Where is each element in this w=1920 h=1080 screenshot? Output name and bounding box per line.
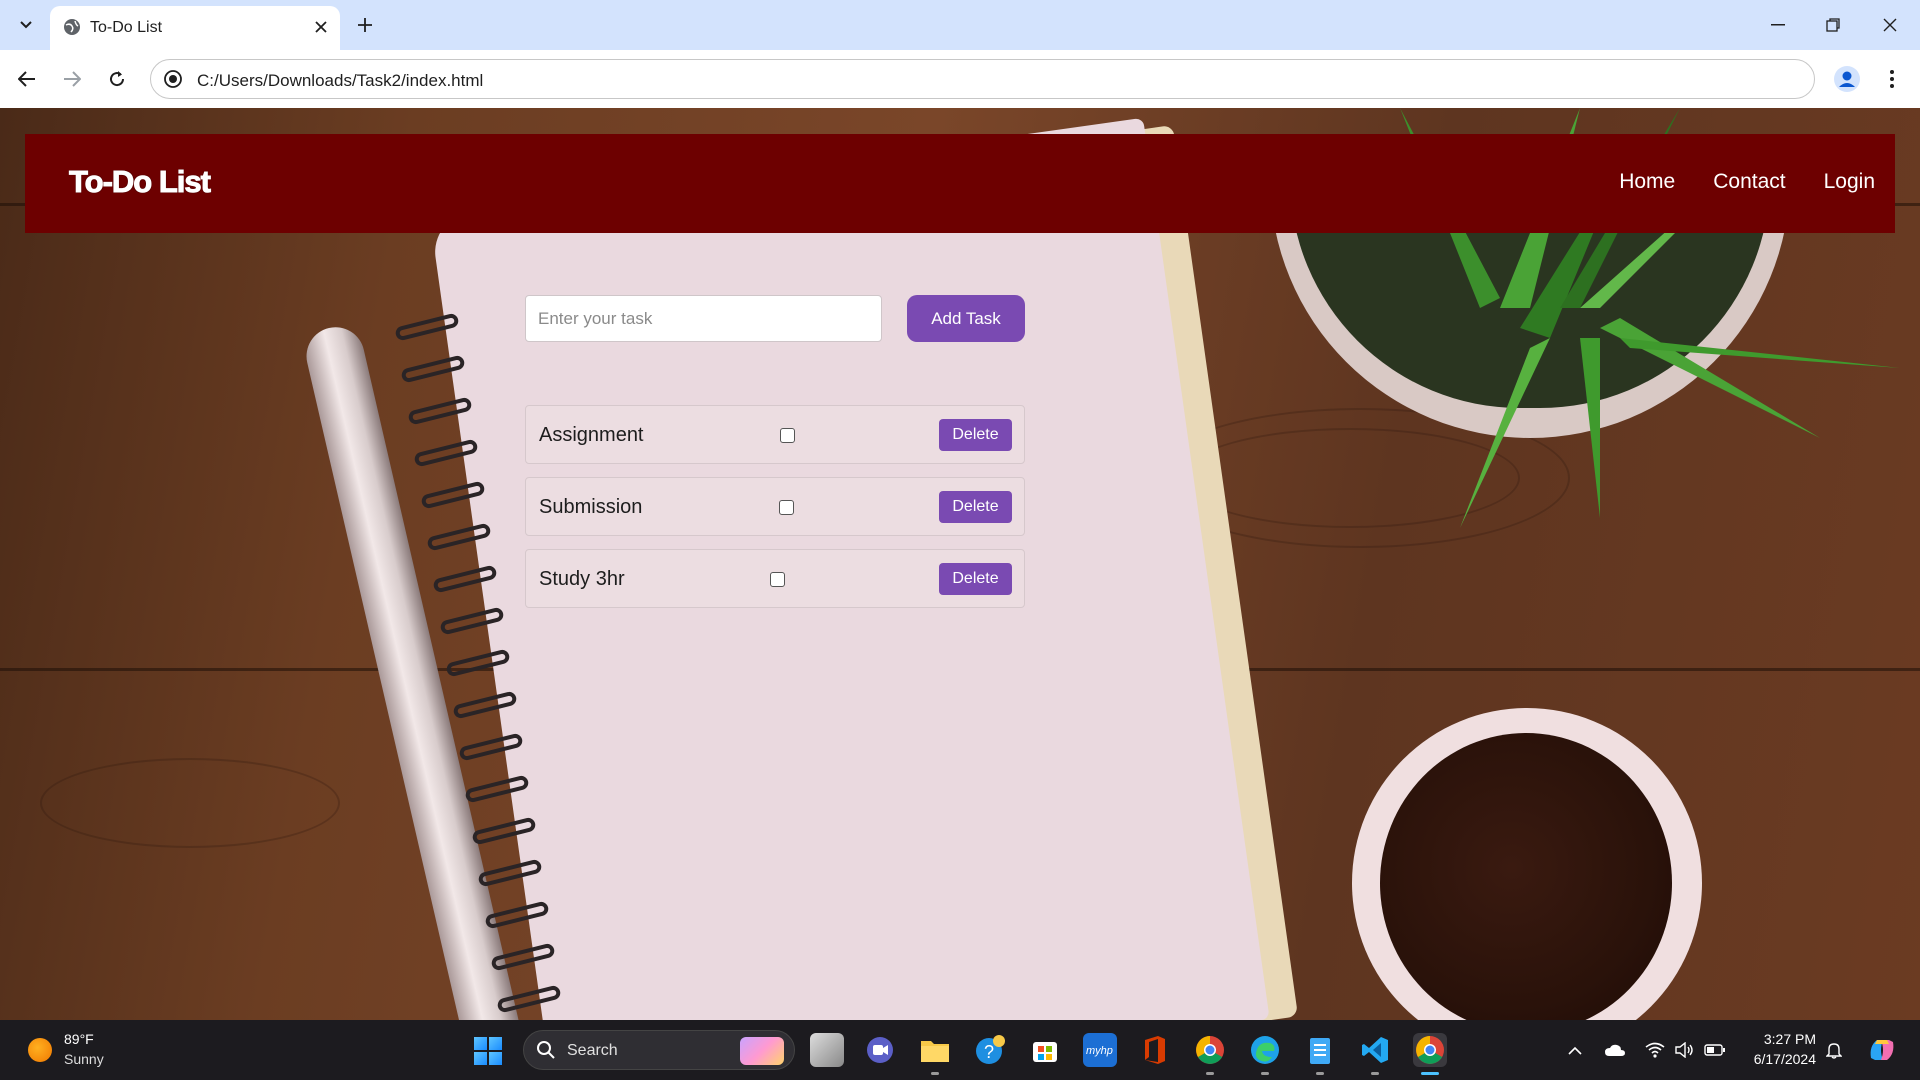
- reload-icon[interactable]: [102, 64, 132, 94]
- forward-arrow-icon[interactable]: [57, 64, 87, 94]
- onedrive-icon[interactable]: [1603, 1038, 1627, 1062]
- start-icon[interactable]: [474, 1037, 502, 1065]
- task-item: Study 3hr Delete: [525, 549, 1025, 608]
- plus-icon[interactable]: [352, 12, 378, 38]
- address-bar[interactable]: C:/Users/Downloads/Task2/index.html: [150, 59, 1815, 99]
- svg-text:?: ?: [984, 1042, 994, 1062]
- bell-icon[interactable]: [1822, 1038, 1846, 1062]
- volume-icon[interactable]: [1673, 1038, 1697, 1062]
- chrome-icon[interactable]: [1193, 1033, 1227, 1075]
- site-navbar: To-Do List Home Contact Login: [25, 134, 1895, 233]
- profile-icon[interactable]: [1832, 64, 1862, 94]
- clock-date[interactable]: 6/17/2024: [1736, 1051, 1816, 1067]
- chrome-active-icon[interactable]: [1413, 1033, 1447, 1075]
- coffee: [1380, 733, 1672, 1020]
- delete-button[interactable]: Delete: [939, 563, 1012, 595]
- back-arrow-icon[interactable]: [12, 64, 42, 94]
- battery-icon[interactable]: [1703, 1038, 1727, 1062]
- task-checkbox[interactable]: [779, 500, 794, 515]
- edge-icon[interactable]: [1248, 1033, 1282, 1075]
- minimize-icon[interactable]: [1760, 10, 1796, 40]
- site-brand[interactable]: To-Do List: [69, 164, 212, 200]
- teams-icon[interactable]: [863, 1033, 897, 1067]
- search-highlight-icon: [740, 1037, 784, 1065]
- tab-search-icon[interactable]: [10, 10, 42, 40]
- weather-temperature[interactable]: 89°F: [64, 1031, 94, 1047]
- wifi-icon[interactable]: [1643, 1038, 1667, 1062]
- file-explorer-icon[interactable]: [918, 1033, 952, 1075]
- task-text: Study 3hr: [539, 568, 625, 590]
- nav-link-home[interactable]: Home: [1619, 170, 1675, 194]
- site-info-icon[interactable]: [163, 69, 183, 89]
- task-list: Assignment Delete Submission Delete Stud…: [525, 405, 1025, 621]
- task-text: Assignment: [539, 424, 644, 446]
- weather-sun-icon[interactable]: [28, 1038, 52, 1062]
- browser-tab[interactable]: To-Do List: [50, 6, 340, 50]
- delete-button[interactable]: Delete: [939, 419, 1012, 451]
- help-icon[interactable]: ?: [973, 1033, 1007, 1067]
- kebab-menu-icon[interactable]: [1880, 64, 1904, 94]
- store-icon[interactable]: [1028, 1033, 1062, 1067]
- weather-description[interactable]: Sunny: [64, 1051, 104, 1067]
- myhp-icon[interactable]: myhp: [1083, 1033, 1117, 1067]
- search-icon: [537, 1041, 555, 1059]
- globe-icon: [64, 19, 80, 35]
- restore-icon[interactable]: [1815, 10, 1851, 40]
- windows-taskbar: 89°F Sunny Search ? myhp 3:27 PM 6/17/20…: [0, 1020, 1920, 1080]
- task-checkbox[interactable]: [770, 572, 785, 587]
- task-checkbox[interactable]: [780, 428, 795, 443]
- task-item: Submission Delete: [525, 477, 1025, 536]
- nav-links: Home Contact Login: [1619, 170, 1875, 194]
- office-icon[interactable]: [1138, 1033, 1172, 1067]
- nav-link-login[interactable]: Login: [1824, 170, 1875, 194]
- wood-knot: [40, 758, 340, 848]
- tab-title: To-Do List: [90, 19, 163, 36]
- window-close-icon[interactable]: [1872, 10, 1908, 40]
- url-text[interactable]: C:/Users/Downloads/Task2/index.html: [197, 71, 483, 91]
- taskbar-search[interactable]: Search: [523, 1030, 795, 1070]
- search-label: Search: [567, 1042, 618, 1059]
- notepad-icon[interactable]: [1303, 1033, 1337, 1075]
- page-viewport: To-Do List Home Contact Login Add Task A…: [0, 108, 1920, 1020]
- delete-button[interactable]: Delete: [939, 491, 1012, 523]
- vscode-icon[interactable]: [1358, 1033, 1392, 1075]
- task-view-icon[interactable]: [810, 1033, 844, 1067]
- task-item: Assignment Delete: [525, 405, 1025, 464]
- chevron-up-icon[interactable]: [1563, 1038, 1587, 1062]
- close-icon[interactable]: [310, 16, 332, 38]
- task-text: Submission: [539, 496, 643, 518]
- browser-tabstrip: To-Do List: [0, 0, 1920, 50]
- add-task-button[interactable]: Add Task: [907, 295, 1025, 342]
- svg-text:myhp: myhp: [1086, 1045, 1113, 1057]
- copilot-icon[interactable]: [1866, 1034, 1898, 1066]
- clock-time[interactable]: 3:27 PM: [1736, 1031, 1816, 1047]
- task-input[interactable]: [525, 295, 882, 342]
- browser-toolbar: C:/Users/Downloads/Task2/index.html: [0, 50, 1920, 108]
- nav-link-contact[interactable]: Contact: [1713, 170, 1785, 194]
